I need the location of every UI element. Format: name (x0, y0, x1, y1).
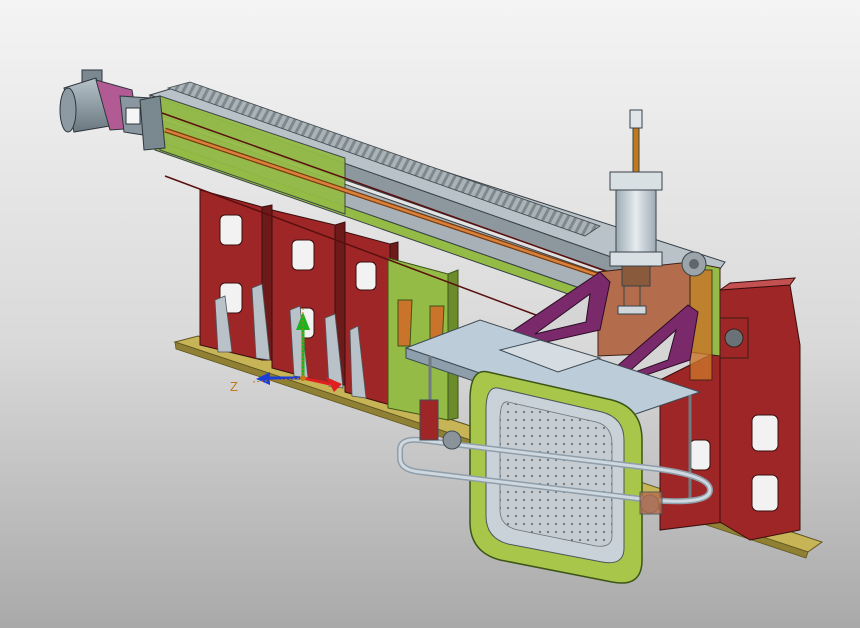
side-pinion (681, 251, 707, 277)
drive-motor (59, 69, 166, 151)
gripper-frame (469, 370, 643, 584)
cad-viewport[interactable]: Z (0, 0, 860, 628)
z-axis-label: Z (230, 379, 238, 394)
gantry-assembly-model[interactable]: Z (0, 0, 860, 628)
